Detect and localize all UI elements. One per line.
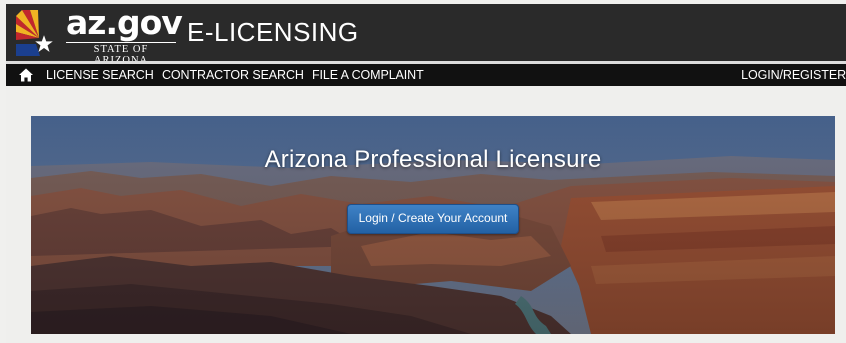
arizona-flag-icon [16, 10, 62, 56]
azgov-logo-text[interactable]: az.gov [66, 5, 183, 41]
nav-contractor-search[interactable]: CONTRACTOR SEARCH [162, 68, 304, 82]
nav-file-complaint[interactable]: FILE A COMPLAINT [312, 68, 424, 82]
main-nav: LICENSE SEARCH CONTRACTOR SEARCH FILE A … [6, 64, 846, 86]
app-title: E-LICENSING [187, 17, 359, 47]
nav-login-register[interactable]: LOGIN/REGISTER [741, 68, 846, 82]
home-icon[interactable] [18, 67, 34, 83]
hero-title: Arizona Professional Licensure [264, 146, 602, 173]
site-header: az.gov STATE OF ARIZONA E-LICENSING [6, 4, 846, 66]
login-create-account-button[interactable]: Login / Create Your Account [347, 204, 519, 234]
nav-license-search[interactable]: LICENSE SEARCH [46, 68, 154, 82]
hero-banner: Arizona Professional Licensure Login / C… [31, 116, 835, 334]
page-frame: az.gov STATE OF ARIZONA E-LICENSING LICE… [6, 4, 846, 343]
